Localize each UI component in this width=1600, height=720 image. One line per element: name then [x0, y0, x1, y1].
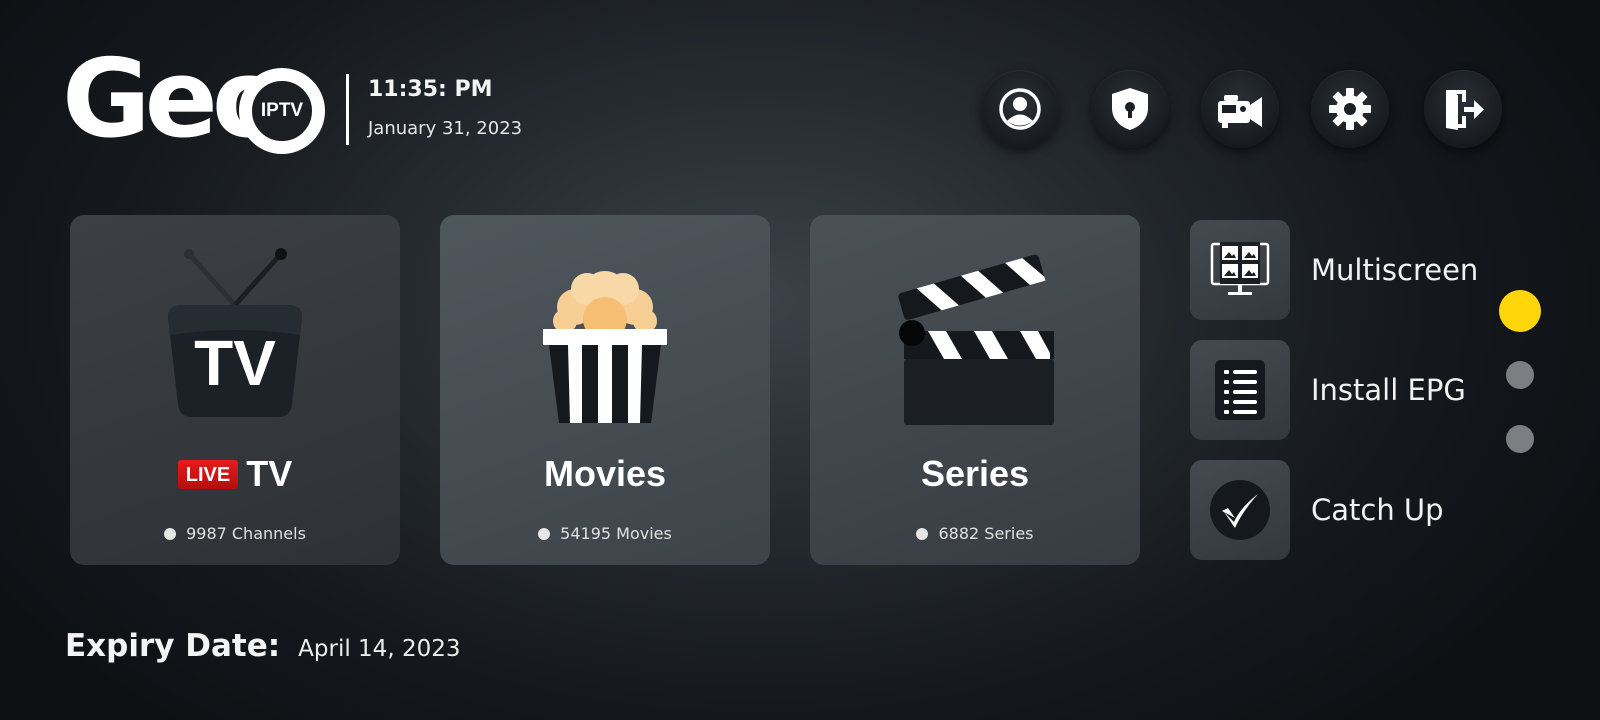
- video-camera-icon: [1218, 95, 1262, 128]
- svg-text:TV: TV: [194, 327, 276, 399]
- live-badge: LIVE: [177, 459, 239, 489]
- header-divider: [346, 74, 349, 145]
- bullet-dot: [916, 527, 929, 540]
- popcorn-icon: [543, 271, 667, 423]
- logout-button[interactable]: [1424, 70, 1502, 148]
- expiry-info: Expiry Date: April 14, 2023: [65, 628, 460, 664]
- movies-card[interactable]: Movies 54195 Movies: [440, 215, 770, 565]
- pager-dot[interactable]: [1506, 361, 1534, 389]
- gear-icon: [1329, 88, 1371, 130]
- side-item-label: Catch Up: [1311, 493, 1444, 527]
- recording-button[interactable]: [1201, 70, 1279, 148]
- expiry-label: Expiry Date:: [65, 628, 281, 664]
- movies-count: 54195 Movies: [560, 524, 672, 543]
- logout-icon: [1446, 90, 1484, 130]
- movies-title: Movies: [543, 453, 667, 494]
- clock-date: January 31, 2023: [368, 118, 523, 139]
- live-tv-card[interactable]: TV LIVE TV 9987 Channels: [70, 215, 400, 565]
- list-icon: [1215, 360, 1265, 420]
- side-item-multiscreen[interactable]: Multiscreen: [1190, 220, 1478, 320]
- side-item-label: Multiscreen: [1311, 253, 1479, 287]
- settings-button[interactable]: [1311, 70, 1389, 148]
- bullet-dot: [538, 527, 551, 540]
- multiscreen-icon: [1210, 242, 1270, 295]
- shield-lock-icon: [1112, 88, 1148, 130]
- pager-dot[interactable]: [1506, 425, 1534, 453]
- logo-badge: IPTV: [239, 68, 325, 154]
- series-title: Series: [920, 453, 1030, 494]
- profile-icon: [999, 88, 1041, 130]
- parental-lock-button[interactable]: [1091, 70, 1169, 148]
- checkmark-icon: [1210, 480, 1270, 540]
- series-card[interactable]: Series 6882 Series: [810, 215, 1140, 565]
- side-item-label: Install EPG: [1311, 373, 1466, 407]
- side-item-install-epg[interactable]: Install EPG: [1190, 340, 1466, 440]
- live-channel-count: 9987 Channels: [186, 524, 306, 543]
- tv-icon: TV: [168, 248, 302, 417]
- series-count: 6882 Series: [938, 524, 1034, 543]
- app-logo: Geo IPTV: [62, 46, 332, 158]
- profile-button[interactable]: [981, 70, 1059, 148]
- clock-time: 11:35: PM: [368, 77, 493, 102]
- live-tv-title: TV: [246, 453, 293, 494]
- pager-dot-active[interactable]: [1499, 290, 1541, 332]
- clapperboard-icon: [898, 254, 1054, 425]
- side-item-catch-up[interactable]: Catch Up: [1190, 460, 1444, 560]
- bullet-dot: [164, 527, 177, 540]
- expiry-value: April 14, 2023: [298, 636, 461, 662]
